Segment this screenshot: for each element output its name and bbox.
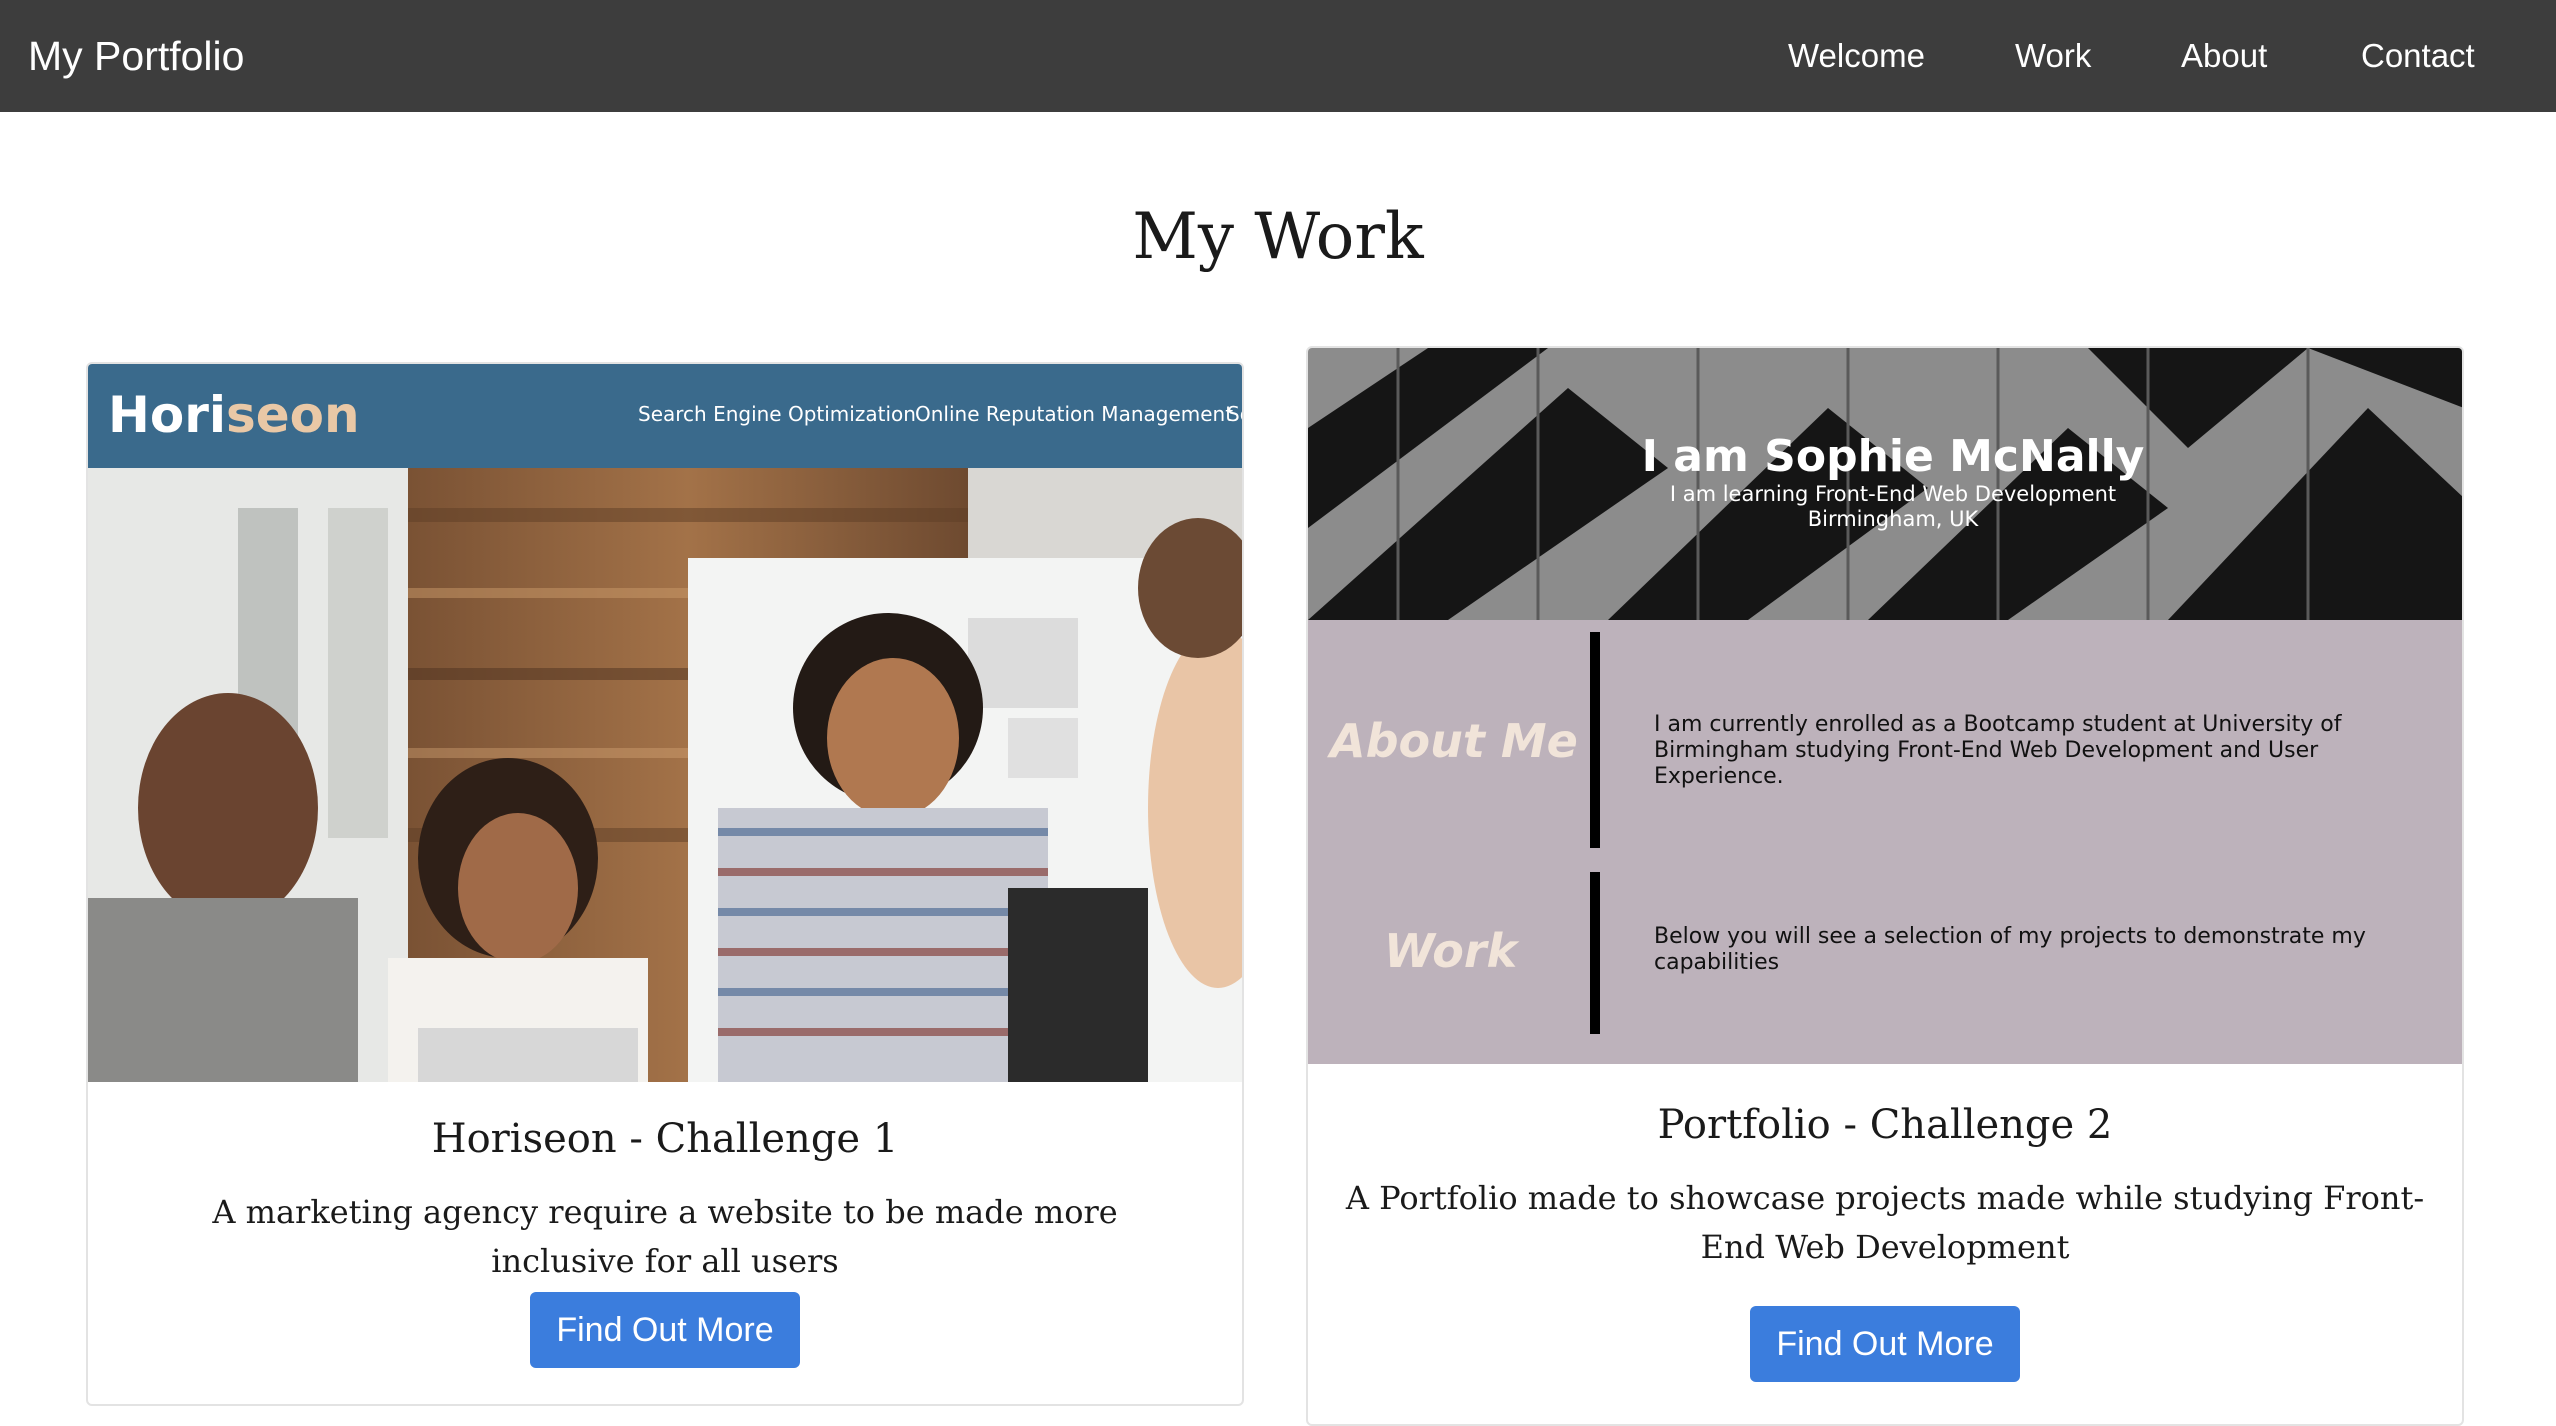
project-card-horiseon: Horiseon Search Engine Optimization Onli… bbox=[86, 362, 1244, 1406]
horiseon-menu-item: So bbox=[1227, 402, 1242, 426]
nav-link-contact[interactable]: Contact bbox=[2361, 0, 2475, 112]
horiseon-screenshot: Horiseon Search Engine Optimization Onli… bbox=[88, 364, 1242, 1082]
nav-link-welcome[interactable]: Welcome bbox=[1788, 0, 1925, 112]
page-title: My Work bbox=[1132, 200, 1424, 274]
card-description: A Portfolio made to showcase projects ma… bbox=[1345, 1179, 2425, 1266]
horiseon-logo: Horiseon bbox=[108, 386, 360, 444]
find-out-more-button[interactable]: Find Out More bbox=[1750, 1306, 2020, 1382]
hero-location: Birmingham, UK bbox=[1807, 507, 1979, 531]
nav-link-about[interactable]: About bbox=[2181, 0, 2267, 112]
about-me-label: About Me bbox=[1330, 714, 1578, 768]
hero-text: I am Sophie McNally I am learning Front-… bbox=[1308, 432, 2248, 532]
office-team-photo bbox=[88, 468, 1242, 1082]
card-description: A marketing agency require a website to … bbox=[212, 1193, 1118, 1280]
hero-title: I am Sophie McNally bbox=[1641, 431, 2145, 482]
hero-subtitle: I am learning Front-End Web Development bbox=[1669, 482, 2117, 506]
nav-link-work[interactable]: Work bbox=[2015, 0, 2091, 112]
horiseon-menu-item: Search Engine Optimization bbox=[638, 402, 916, 426]
project-card-portfolio: I am Sophie McNally I am learning Front-… bbox=[1306, 346, 2464, 1426]
about-divider bbox=[1590, 632, 1600, 848]
work-label: Work bbox=[1384, 924, 1518, 978]
find-out-more-button[interactable]: Find Out More bbox=[530, 1292, 800, 1368]
portfolio-screenshot: I am Sophie McNally I am learning Front-… bbox=[1308, 348, 2462, 1064]
work-divider bbox=[1590, 872, 1600, 1034]
navbar: My Portfolio Welcome Work About Contact bbox=[0, 0, 2556, 112]
nav-links: Welcome Work About Contact bbox=[0, 0, 2556, 112]
horiseon-header: Horiseon Search Engine Optimization Onli… bbox=[88, 364, 1242, 468]
card-body: Portfolio - Challenge 2 A Portfolio made… bbox=[1308, 1102, 2462, 1382]
work-text: Below you will see a selection of my pro… bbox=[1654, 924, 2366, 975]
card-body: Horiseon - Challenge 1 A marketing agenc… bbox=[88, 1116, 1242, 1368]
card-title: Portfolio - Challenge 2 bbox=[1657, 1102, 2113, 1148]
card-title: Horiseon - Challenge 1 bbox=[431, 1116, 899, 1162]
about-text: I am currently enrolled as a Bootcamp st… bbox=[1654, 712, 2342, 789]
horiseon-menu-item: Online Reputation Management bbox=[915, 402, 1234, 426]
portfolio-sections: About Me I am currently enrolled as a Bo… bbox=[1308, 620, 2462, 1064]
